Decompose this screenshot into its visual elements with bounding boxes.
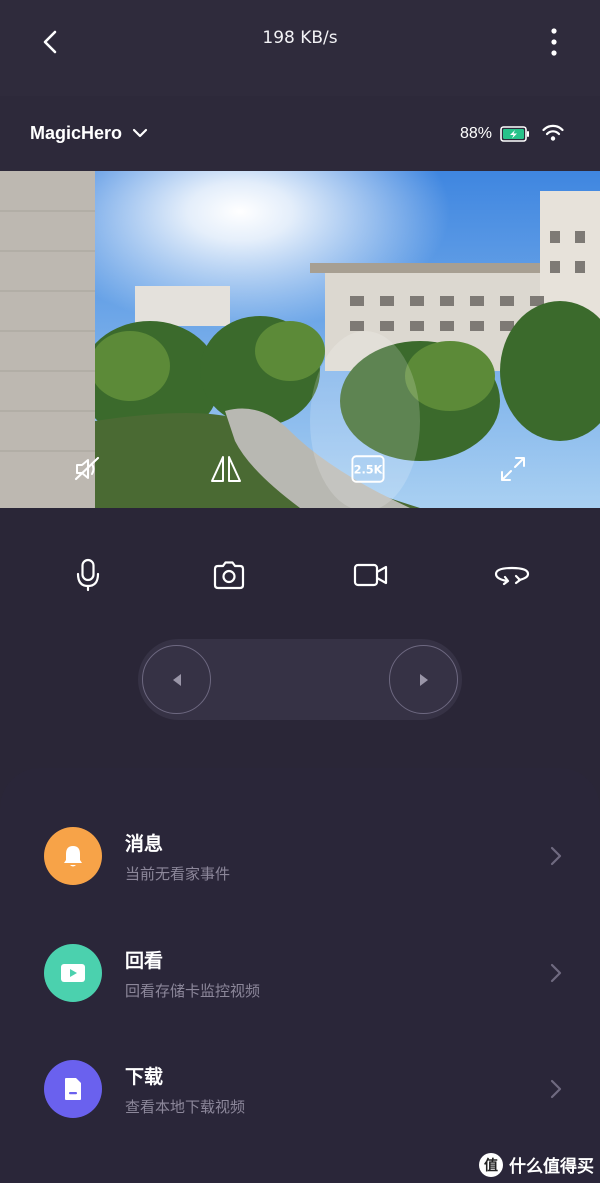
list-item-subtitle: 查看本地下载视频 [125, 1098, 246, 1116]
rotate-view-button[interactable] [492, 555, 532, 595]
fullscreen-button[interactable] [496, 452, 530, 486]
resolution-button[interactable]: 2.5K [351, 452, 385, 486]
device-bar: MagicHero 88% [0, 96, 600, 172]
speaker-mute-icon [74, 456, 100, 481]
fullscreen-icon [501, 457, 525, 481]
resolution-badge-icon: 2.5K [351, 455, 385, 483]
snapshot-button[interactable] [209, 555, 249, 595]
messages-icon-circle [44, 827, 102, 885]
video-camera-icon [353, 563, 388, 587]
bell-icon [64, 846, 82, 867]
list-item-subtitle: 回看存储卡监控视频 [125, 982, 261, 1000]
list-item-messages[interactable]: 消息 当前无看家事件 [0, 827, 600, 917]
more-vertical-icon [551, 28, 557, 56]
triangle-left-icon [172, 673, 181, 686]
rotate-360-icon [494, 566, 530, 586]
list-item-playback[interactable]: 回看 回看存储卡监控视频 [0, 944, 600, 1034]
watermark-text: 什么值得买 [509, 1157, 594, 1177]
more-button[interactable] [542, 26, 566, 58]
file-icon [65, 1078, 81, 1100]
watermark-badge: 值 [479, 1152, 503, 1177]
chevron-right-icon [550, 846, 562, 866]
record-button[interactable] [351, 555, 391, 595]
triangle-right-icon [419, 673, 428, 686]
resolution-label: 2.5K [354, 463, 384, 477]
list-item-title: 回看 [125, 950, 164, 972]
download-icon-circle [44, 1060, 102, 1118]
play-icon [61, 964, 85, 982]
battery-percentage: 88% [460, 125, 493, 142]
list-item-title: 消息 [125, 833, 164, 855]
list-item-download[interactable]: 下载 查看本地下载视频 [0, 1060, 600, 1150]
pan-left-button[interactable] [142, 645, 211, 714]
network-speed: 198 KB/s [262, 28, 338, 48]
battery-charging-icon [500, 126, 529, 142]
wifi-icon [542, 124, 564, 141]
camera-icon [213, 561, 245, 590]
flip-mirror-icon [211, 456, 241, 482]
microphone-icon [76, 558, 100, 592]
list-item-title: 下载 [125, 1066, 164, 1088]
list-item-subtitle: 当前无看家事件 [125, 865, 231, 883]
video-overlay-controls: 2.5K [0, 430, 600, 508]
device-name[interactable]: MagicHero [30, 123, 122, 144]
bottom-sheet: 消息 当前无看家事件 回看 回看存储卡监控视频 下载 查看本地下载视频 [0, 768, 600, 1183]
chevron-right-icon [550, 1079, 562, 1099]
chevron-down-icon[interactable] [131, 124, 149, 142]
playback-icon-circle [44, 944, 102, 1002]
top-bar: 198 KB/s [0, 0, 600, 96]
talk-button[interactable] [68, 555, 108, 595]
watermark: 值 什么值得买 [479, 1152, 594, 1177]
mirror-toggle[interactable] [209, 452, 243, 486]
mute-toggle[interactable] [70, 452, 104, 486]
chevron-right-icon [550, 963, 562, 983]
pan-right-button[interactable] [389, 645, 458, 714]
